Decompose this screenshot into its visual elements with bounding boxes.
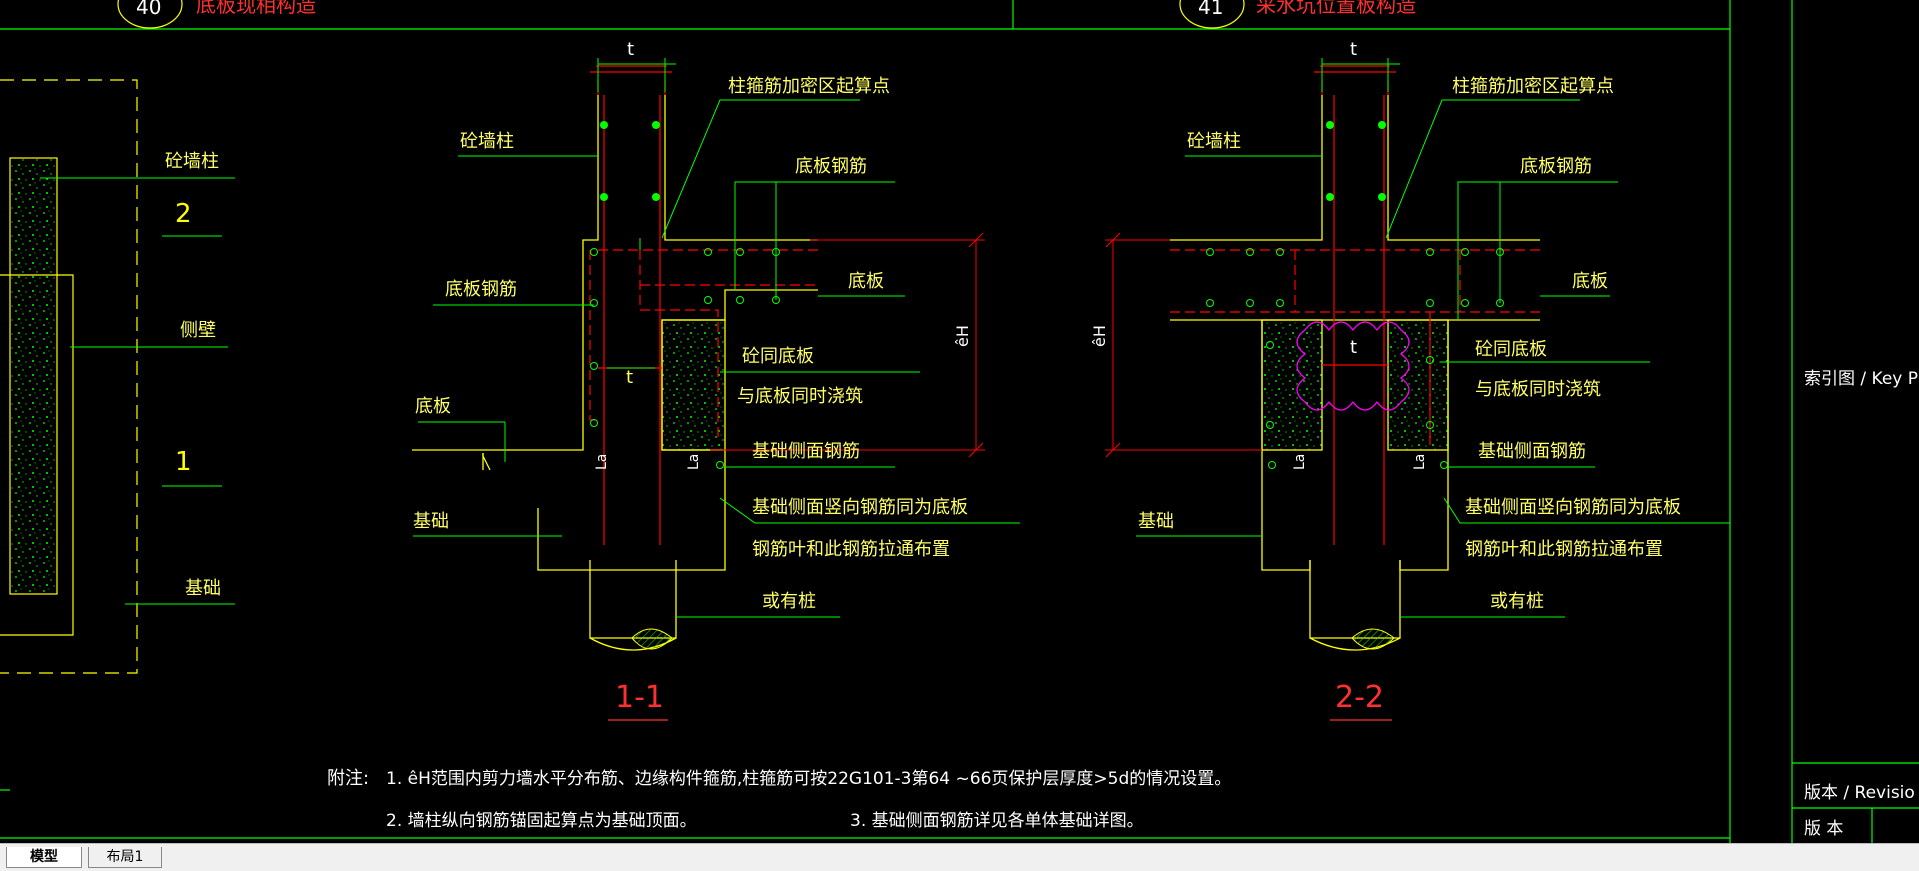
cad-drawing-canvas[interactable]: 40 底板现相构造 41 采水坑位置板构造 砼墙柱 2 侧壁 1 基础 êH t… bbox=[0, 0, 1919, 843]
note-1: 1. êH范围内剪力墙水平分布筋、边缘构件箍筋,柱箍筋可按22G101-3第64… bbox=[386, 769, 1231, 789]
label-concrete-2: 与底板同时浇筑 bbox=[737, 386, 863, 407]
dim-la-b-2: La bbox=[1412, 454, 1428, 470]
note-2: 2. 墙柱纵向钢筋锚固起算点为基础顶面。 bbox=[386, 811, 697, 831]
dim-t-mid-2: t bbox=[1350, 337, 1357, 358]
label-section-2: 2 bbox=[175, 199, 192, 229]
left-plan-strip: 砼墙柱 2 侧壁 1 基础 bbox=[0, 79, 235, 674]
label-vert-bar-b-1: 钢筋叶和此钢筋拉通布置 bbox=[752, 539, 950, 560]
label-pile-1: 或有桩 bbox=[762, 591, 816, 612]
label-column: 砼墙柱 bbox=[165, 151, 219, 172]
label-vert-bar-b-2: 钢筋叶和此钢筋拉通布置 bbox=[1465, 539, 1663, 560]
label-pile-2: 或有桩 bbox=[1490, 591, 1544, 612]
label-foundation: 基础 bbox=[185, 578, 221, 599]
detail-number-left: 40 bbox=[136, 0, 161, 19]
title-block: 索引图 / Key P 版本 / Revisio 版 本 bbox=[1804, 369, 1918, 839]
label-side-bar-1: 基础侧面钢筋 bbox=[752, 441, 860, 462]
section-1-1: êH t t La La 砼墙柱 柱箍筋加密区起算点 底板钢筋 底板 底板钢筋 … bbox=[412, 39, 1020, 721]
label-slab-bar-right-1: 底板钢筋 bbox=[795, 156, 867, 177]
label-concrete-1: 砼同底板 bbox=[742, 346, 814, 367]
dim-t-top-2: t bbox=[1350, 39, 1357, 60]
label-side-bar-2: 基础侧面钢筋 bbox=[1478, 441, 1586, 462]
section-2-2: êH t t La La 砼墙柱 柱箍筋加密区起算点 底板钢筋 底板 砼同底板 … bbox=[1090, 39, 1730, 721]
label-foundation-1: 基础 bbox=[413, 511, 449, 532]
section-title-2-2: 2-2 bbox=[1335, 680, 1384, 715]
detail-title-left: 底板现相构造 bbox=[196, 0, 316, 17]
label-side-wall: 侧壁 bbox=[180, 320, 216, 341]
detail-title-right: 采水坑位置板构造 bbox=[1256, 0, 1416, 17]
label-vert-bar-a-2: 基础侧面竖向钢筋同为底板 bbox=[1465, 497, 1681, 518]
note-3: 3. 基础侧面钢筋详见各单体基础详图。 bbox=[850, 811, 1144, 831]
dim-t-mid-1: t bbox=[626, 367, 633, 388]
label-concrete-2b: 与底板同时浇筑 bbox=[1475, 379, 1601, 400]
section-title-1-1: 1-1 bbox=[615, 680, 664, 715]
dim-la-a-1: La bbox=[594, 454, 610, 470]
label-vert-bar-a-1: 基础侧面竖向钢筋同为底板 bbox=[752, 497, 968, 518]
dim-la-b-1: La bbox=[686, 454, 702, 470]
label-foundation-2: 基础 bbox=[1138, 511, 1174, 532]
detail-header-right: 41 采水坑位置板构造 bbox=[1179, 0, 1416, 29]
label-column-1: 砼墙柱 bbox=[460, 131, 514, 152]
dim-t-top-1: t bbox=[627, 39, 634, 60]
version-label: 版 本 bbox=[1804, 819, 1843, 839]
label-stirrup-1: 柱箍筋加密区起算点 bbox=[728, 76, 890, 97]
detail-header-left: 40 底板现相构造 bbox=[117, 0, 316, 29]
label-slab-bar-left-1: 底板钢筋 bbox=[445, 279, 517, 300]
label-section-1: 1 bbox=[175, 447, 192, 477]
label-column-2: 砼墙柱 bbox=[1187, 131, 1241, 152]
dim-eh-2: êH bbox=[1090, 325, 1109, 347]
label-slab-bar-right-2: 底板钢筋 bbox=[1520, 156, 1592, 177]
detail-number-right: 41 bbox=[1198, 0, 1223, 19]
revision-label: 版本 / Revisio bbox=[1804, 783, 1915, 803]
label-concrete-2a: 砼同底板 bbox=[1475, 339, 1547, 360]
tab-model[interactable]: 模型 bbox=[6, 847, 82, 868]
label-slab-right-2: 底板 bbox=[1572, 271, 1608, 292]
label-slab-left-1: 底板 bbox=[415, 396, 451, 417]
label-stirrup-2: 柱箍筋加密区起算点 bbox=[1452, 76, 1614, 97]
layout-tab-bar: 模型 布局1 bbox=[0, 843, 1919, 871]
tab-layout1[interactable]: 布局1 bbox=[88, 847, 162, 868]
dim-la-a-2: La bbox=[1292, 454, 1308, 470]
drawing-frame bbox=[0, 0, 1919, 843]
key-plan-label: 索引图 / Key P bbox=[1804, 369, 1918, 389]
notes: 附注: 1. êH范围内剪力墙水平分布筋、边缘构件箍筋,柱箍筋可按22G101-… bbox=[327, 768, 1231, 831]
notes-head: 附注: bbox=[327, 768, 369, 789]
dim-eh-1: êH bbox=[953, 325, 972, 347]
label-slab-right-1: 底板 bbox=[848, 271, 884, 292]
